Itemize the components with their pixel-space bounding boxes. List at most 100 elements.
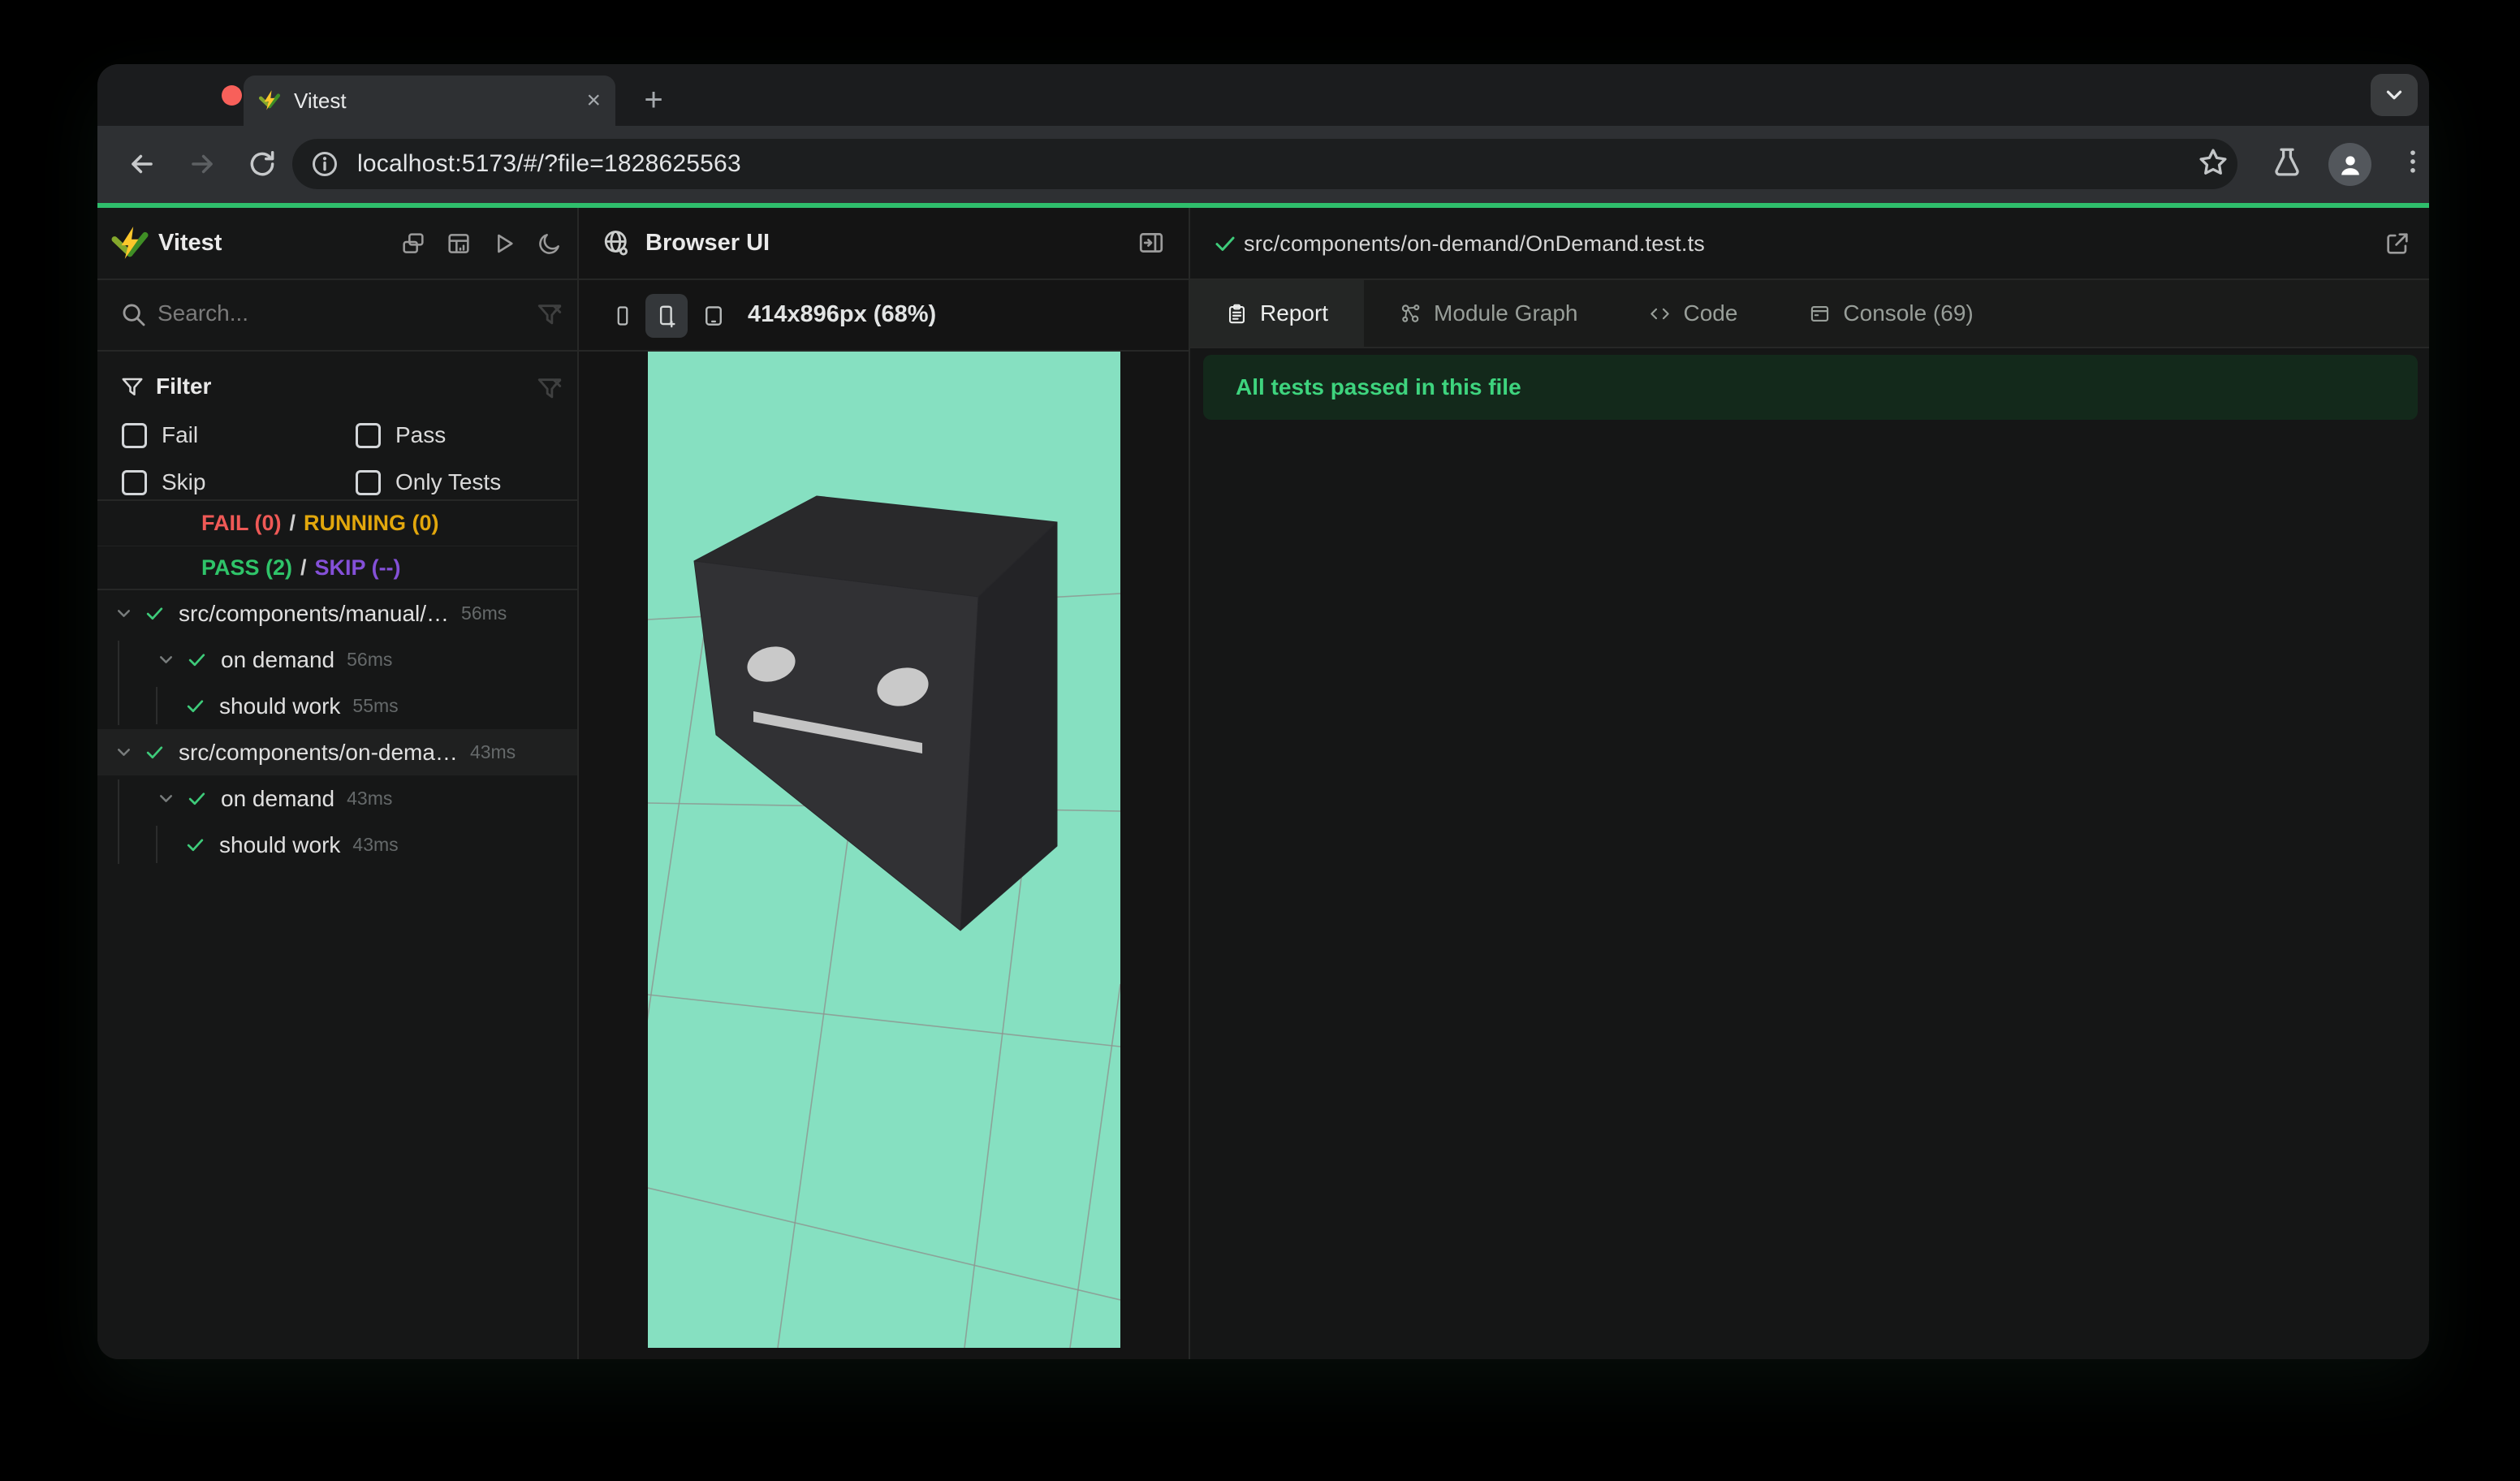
new-tab-button[interactable]: +: [635, 82, 672, 118]
module-graph-icon: [1400, 303, 1422, 325]
vitest-favicon-icon: [258, 89, 281, 112]
back-icon[interactable]: [127, 149, 158, 179]
checkbox-icon: [356, 422, 381, 448]
running-count: RUNNING (0): [304, 511, 439, 535]
tree-file-row-selected[interactable]: src/components/on-dema… 43ms: [97, 729, 577, 775]
info-icon[interactable]: [310, 149, 339, 179]
tree-suite-row[interactable]: on demand 56ms: [97, 637, 577, 683]
external-link-icon[interactable]: [2384, 230, 2411, 257]
clear-filter-icon[interactable]: [536, 301, 563, 329]
browser-ui-pane: Browser UI 414x896px (68%): [579, 208, 1190, 1359]
tab-close-icon[interactable]: ×: [586, 89, 601, 113]
vitest-logo-icon: [111, 225, 149, 262]
filter-title: Filter: [156, 373, 212, 399]
tab-console[interactable]: Console (69): [1773, 280, 2009, 347]
duration-badge: 43ms: [352, 834, 399, 855]
chevron-down-icon[interactable]: [156, 650, 176, 670]
test-tree: src/components/manual/… 56ms on demand 5…: [97, 590, 577, 868]
chevron-down-icon: [2386, 90, 2402, 100]
code-icon: [1649, 303, 1671, 325]
device-toolbar: 414x896px (68%): [579, 280, 1189, 352]
tests-passed-banner: All tests passed in this file: [1203, 355, 2418, 420]
menu-dots-icon[interactable]: [2397, 145, 2429, 178]
chevron-down-icon[interactable]: [114, 603, 134, 624]
dashboard-icon[interactable]: [446, 231, 472, 257]
duration-badge: 55ms: [352, 695, 399, 716]
chevron-down-icon[interactable]: [156, 788, 176, 809]
browser-window: Vitest × + localhost:5173/#/?file=182862…: [97, 64, 2429, 1359]
clear-filter-icon[interactable]: [536, 375, 563, 403]
browser-ui-header: Browser UI: [579, 208, 1189, 280]
pass-check-icon: [145, 742, 165, 762]
search-bar: [97, 280, 577, 352]
file-path: src/components/on-demand/OnDemand.test.t…: [1244, 231, 1705, 256]
duration-badge: 56ms: [461, 602, 507, 624]
viewport-size-label: 414x896px (68%): [748, 301, 937, 327]
console-icon: [1809, 303, 1831, 325]
threejs-cube-scene: [648, 495, 1120, 1348]
pass-check-icon: [185, 835, 205, 855]
tree-suite-row[interactable]: on demand 43ms: [97, 775, 577, 822]
device-phone-icon[interactable]: [602, 294, 644, 338]
tab-title: Vitest: [294, 88, 347, 113]
report-pane: src/components/on-demand/OnDemand.test.t…: [1190, 208, 2429, 1359]
theme-toggle-icon[interactable]: [537, 231, 563, 257]
flask-icon[interactable]: [2270, 145, 2304, 179]
checkbox-icon: [122, 469, 147, 495]
chevron-down-icon[interactable]: [114, 742, 134, 762]
browser-tab-bar: Vitest × +: [97, 64, 2429, 126]
clipboard-icon: [1226, 303, 1248, 325]
tab-search-button[interactable]: [2371, 74, 2418, 116]
windows-icon[interactable]: [400, 231, 426, 257]
filter-checkbox-fail[interactable]: Fail: [122, 422, 198, 448]
app-title: Vitest: [158, 230, 222, 256]
tree-test-row[interactable]: should work 43ms: [97, 822, 577, 868]
report-tab-bar: Report Module Graph Code Console (69): [1190, 280, 2429, 348]
duration-badge: 56ms: [347, 649, 393, 670]
tab-code[interactable]: Code: [1613, 280, 1773, 347]
test-preview-iframe[interactable]: [648, 352, 1120, 1348]
duration-badge: 43ms: [347, 788, 393, 809]
filter-checkbox-only-tests[interactable]: Only Tests: [356, 469, 501, 495]
sidebar: Vitest Search... Filter Fail Pass Skip O…: [97, 208, 579, 1359]
tab-report[interactable]: Report: [1190, 280, 1365, 347]
pass-check-icon: [187, 650, 207, 670]
test-summary: FAIL (0) / RUNNING (0) PASS (2) / SKIP (…: [97, 501, 577, 590]
device-phone-plus-icon[interactable]: [645, 294, 688, 338]
browser-tab[interactable]: Vitest ×: [244, 76, 615, 126]
sidebar-header: Vitest: [97, 208, 577, 280]
duration-badge: 43ms: [469, 741, 516, 762]
panel-expand-icon[interactable]: [1137, 229, 1165, 257]
funnel-icon: [120, 375, 145, 399]
reload-icon[interactable]: [247, 149, 278, 179]
tree-test-row[interactable]: should work 55ms: [97, 683, 577, 729]
checkbox-icon: [356, 469, 381, 495]
device-tablet-icon[interactable]: [693, 294, 735, 338]
filter-checkbox-pass[interactable]: Pass: [356, 422, 446, 448]
fail-count: FAIL (0): [201, 511, 282, 535]
pass-check-icon: [187, 788, 207, 809]
vitest-ui: Vitest Search... Filter Fail Pass Skip O…: [97, 208, 2429, 1359]
banner-text: All tests passed in this file: [1236, 374, 1521, 399]
filter-checkbox-skip[interactable]: Skip: [122, 469, 205, 495]
forward-icon[interactable]: [187, 149, 218, 179]
file-path-header: src/components/on-demand/OnDemand.test.t…: [1190, 208, 2429, 280]
filter-section: Filter Fail Pass Skip Only Tests: [97, 352, 577, 501]
run-icon[interactable]: [491, 231, 517, 257]
tree-file-row[interactable]: src/components/manual/… 56ms: [97, 590, 577, 637]
star-icon[interactable]: [2196, 145, 2230, 179]
search-icon: [120, 301, 148, 329]
globe-icon: [602, 228, 631, 257]
pass-check-icon: [145, 603, 165, 624]
url-text: localhost:5173/#/?file=1828625563: [357, 150, 741, 177]
pass-check-icon: [1213, 231, 1237, 256]
tab-module-graph[interactable]: Module Graph: [1364, 280, 1613, 347]
skip-count: SKIP (--): [314, 555, 401, 580]
pass-count: PASS (2): [201, 555, 293, 580]
search-input[interactable]: [156, 300, 484, 327]
checkbox-icon: [122, 422, 147, 448]
url-bar[interactable]: localhost:5173/#/?file=1828625563: [292, 139, 2237, 189]
traffic-close-button[interactable]: [222, 85, 242, 106]
profile-icon[interactable]: [2328, 143, 2371, 186]
pass-check-icon: [185, 696, 205, 716]
